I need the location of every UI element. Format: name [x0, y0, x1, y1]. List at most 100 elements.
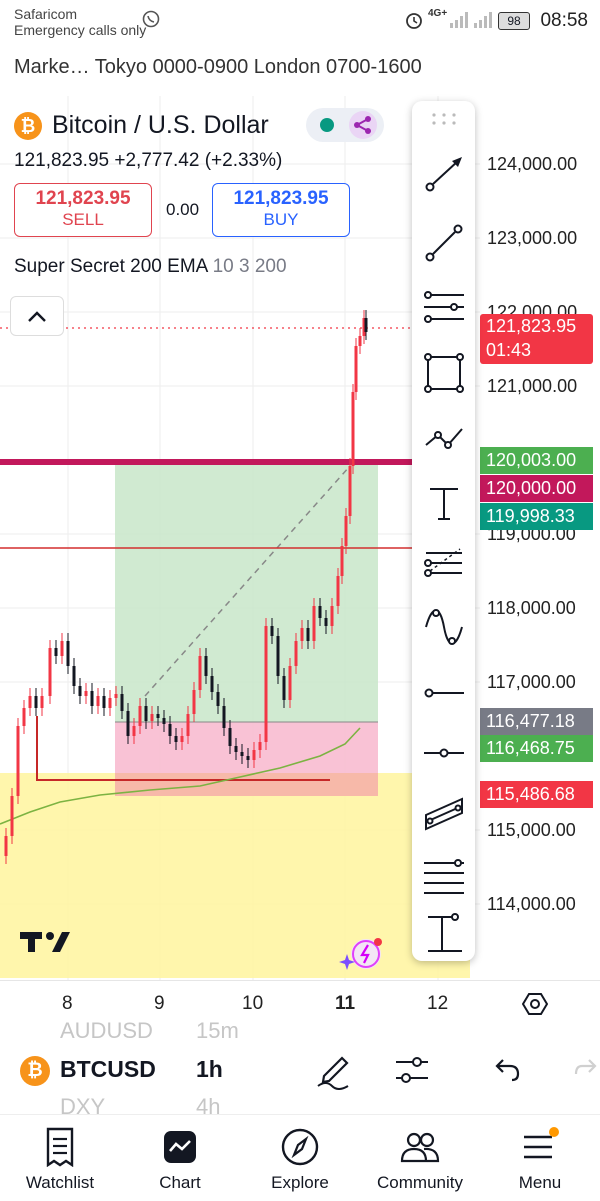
price-tag[interactable]: 120,003.00 — [480, 447, 593, 474]
indicator-legend[interactable]: Super Secret 200 EMA 10 3 200 — [14, 256, 287, 278]
candle-body — [144, 706, 148, 721]
watchlist-icon — [46, 1127, 74, 1167]
whatsapp-icon — [142, 10, 160, 28]
nav-explore[interactable]: Explore — [240, 1115, 360, 1201]
chevron-up-icon — [28, 311, 46, 322]
bottom-navigation: Watchlist Chart Explore Community Menu — [0, 1114, 600, 1201]
market-open-dot-icon — [320, 118, 334, 132]
candle-body — [96, 696, 100, 706]
candle-body — [222, 706, 226, 728]
candle-body — [264, 626, 268, 742]
candle-body — [270, 626, 274, 636]
interval-picker[interactable]: 1h — [196, 1056, 223, 1083]
network-type: 4G+ — [428, 8, 448, 19]
price-tag[interactable]: 115,486.68 — [480, 781, 593, 808]
last-price-tag[interactable]: 121,823.95 01:43 — [480, 314, 593, 364]
candle-body — [364, 318, 368, 332]
horizontal-line-icon[interactable] — [412, 721, 475, 781]
candle-body — [186, 714, 190, 736]
nav-label: Explore — [271, 1173, 329, 1192]
market-hours-banner[interactable]: Marke… Tokyo 0000-0900 London 0700-1600 — [14, 56, 422, 79]
nav-menu[interactable]: Menu — [480, 1115, 600, 1201]
support-zone[interactable] — [0, 773, 470, 978]
candle-body — [84, 691, 88, 696]
candle-body — [156, 714, 160, 718]
carrier-name: Safaricom — [14, 6, 78, 22]
chart-icon — [164, 1131, 196, 1163]
rectangle-icon[interactable] — [412, 341, 475, 401]
candle-body — [354, 346, 358, 392]
candle-body — [282, 676, 286, 700]
buy-label: BUY — [263, 210, 299, 229]
nav-community[interactable]: Community — [360, 1115, 480, 1201]
emergency-text: Emergency calls only — [14, 22, 147, 38]
buy-button[interactable]: 121,823.95 BUY — [212, 183, 350, 237]
overlap-zone — [115, 773, 378, 796]
candle-body — [168, 724, 172, 736]
candle-body — [288, 666, 292, 700]
candle-body — [78, 686, 82, 696]
candle-body — [344, 516, 348, 546]
indicator-params: 10 3 200 — [212, 256, 287, 277]
candle-body — [300, 628, 304, 641]
candle-body — [102, 696, 106, 708]
nav-label: Watchlist — [25, 1173, 95, 1192]
sine-wave-icon[interactable] — [412, 595, 475, 655]
text-icon[interactable] — [412, 471, 475, 531]
candle-body — [90, 691, 94, 706]
indicators-icon[interactable] — [392, 1052, 432, 1088]
candle-body — [60, 641, 64, 656]
pencil-icon[interactable] — [314, 1050, 354, 1090]
arrow-line-icon[interactable] — [412, 141, 475, 201]
symbol-picker[interactable]: BTCUSD — [60, 1056, 156, 1083]
candle-body — [228, 728, 232, 746]
fib-retracement-icon[interactable] — [412, 277, 475, 337]
candle-body — [294, 641, 298, 666]
nav-label: Community — [377, 1173, 463, 1192]
time-axis-label: 9 — [154, 993, 165, 1014]
candle-body — [234, 746, 238, 752]
horizontal-ray-icon[interactable] — [412, 661, 475, 721]
candle-body — [246, 756, 250, 760]
candle-countdown: 01:43 — [486, 340, 532, 360]
nav-watchlist[interactable]: Watchlist — [0, 1115, 120, 1201]
status-bar: Safaricom Emergency calls only 4G+ 98 08… — [0, 0, 600, 48]
sell-button[interactable]: 121,823.95 SELL — [14, 183, 152, 237]
candle-body — [132, 726, 136, 736]
collapse-legend-button[interactable] — [10, 296, 64, 336]
candle-body — [22, 708, 26, 726]
measure-icon[interactable] — [412, 903, 475, 963]
path-icon[interactable] — [412, 407, 475, 467]
price-axis-label: 115,000.00 — [487, 820, 576, 840]
price-tag[interactable]: 116,468.75 — [480, 735, 593, 762]
price-axis-label: 124,000.00 — [487, 154, 578, 174]
pitchfork-icon[interactable] — [412, 531, 475, 591]
chart-settings-icon[interactable] — [522, 991, 548, 1017]
multi-line-icon[interactable] — [412, 847, 475, 907]
parallel-channel-icon[interactable] — [412, 781, 475, 841]
candle-body — [10, 796, 14, 836]
candle-body — [240, 752, 244, 756]
drag-handle-icon[interactable] — [430, 111, 458, 129]
undo-icon[interactable] — [490, 1056, 522, 1084]
price-tag[interactable]: 116,477.18 — [480, 708, 593, 735]
sell-label: SELL — [62, 210, 104, 229]
price-tag[interactable]: 119,998.33 — [480, 503, 593, 530]
market-status-pill[interactable] — [306, 108, 384, 142]
market-status-icons — [320, 111, 377, 139]
trend-line-icon[interactable] — [412, 211, 475, 271]
price-tag[interactable]: 120,000.00 — [480, 475, 593, 502]
redo-icon[interactable] — [572, 1056, 600, 1084]
signal-icon — [450, 12, 492, 28]
candle-body — [180, 736, 184, 742]
price-axis-label: 123,000.00 — [487, 228, 578, 248]
sell-price: 121,823.95 — [35, 188, 131, 209]
symbol-title[interactable]: Bitcoin / U.S. Dollar — [52, 111, 269, 140]
price-change-line: 121,823.95 +2,777.42 (+2.33%) — [14, 150, 283, 171]
notification-dot-icon — [549, 1127, 559, 1137]
nav-chart[interactable]: Chart — [120, 1115, 240, 1201]
ai-assistant-icon[interactable] — [338, 934, 386, 974]
price-axis-label: 114,000.00 — [487, 894, 576, 914]
candle-body — [216, 692, 220, 706]
candle-body — [340, 546, 344, 576]
